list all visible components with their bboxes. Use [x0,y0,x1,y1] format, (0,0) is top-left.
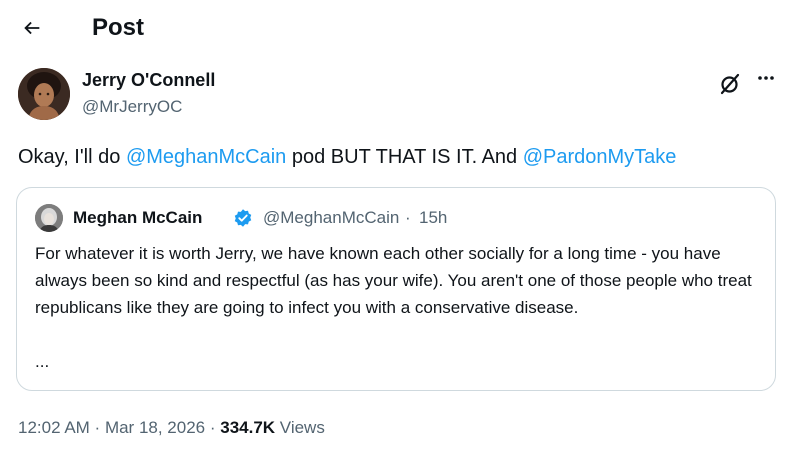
author-handle[interactable]: @MrJerryOC [82,96,182,118]
author-name[interactable]: Jerry O'Connell [82,69,215,91]
post-time[interactable]: 12:02 AM [18,418,90,437]
verified-badge-icon [233,208,253,228]
quote-author-handle: @MeghanMcCain [263,208,400,227]
tweet-text-part: pod BUT THAT IS IT. And [286,146,523,168]
more-horizontal-icon[interactable] [752,68,780,92]
arrow-left-icon[interactable] [18,14,46,42]
quote-author-avatar [35,204,63,232]
separator-dot: · [205,418,221,437]
mention-link[interactable]: @MeghanMcCain [126,146,286,168]
grok-icon[interactable] [716,70,744,98]
quote-author-name: Meghan McCain [73,208,203,227]
page-header: Post [0,0,800,56]
quote-truncation: ... [35,352,50,371]
quoted-post[interactable]: Meghan McCain @MeghanMcCain · 15h For wh… [16,187,776,391]
views-count: 334.7K [220,418,276,437]
quote-text: For whatever it is worth Jerry, we have … [35,244,752,317]
post-date[interactable]: Mar 18, 2026 [105,418,205,437]
tweet-text: Okay, I'll do @MeghanMcCain pod BUT THAT… [18,143,676,171]
page-title: Post [92,14,145,41]
separator-dot: · [405,208,411,227]
post-metadata: 12:02 AM · Mar 18, 2026 · 334.7K Views [18,416,325,440]
mention-link[interactable]: @PardonMyTake [523,146,677,168]
author-avatar[interactable] [18,68,70,120]
separator-dot: · [89,418,105,437]
tweet-text-part: Okay, I'll do [18,146,126,168]
quote-timestamp: 15h [419,208,448,227]
views-label: Views [275,418,325,437]
